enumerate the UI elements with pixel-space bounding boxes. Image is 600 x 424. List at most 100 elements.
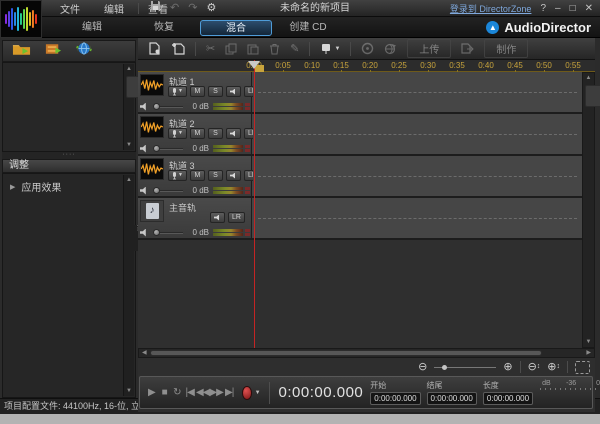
- import-media-folder-icon[interactable]: [12, 42, 31, 61]
- zoom-in-vertical-icon[interactable]: ⊕↕: [547, 361, 560, 373]
- minimize-button[interactable]: –: [555, 3, 561, 14]
- menu-file[interactable]: 文件: [48, 1, 92, 16]
- fit-timeline-button[interactable]: [575, 361, 590, 374]
- solo-button[interactable]: S: [208, 170, 223, 181]
- download-from-directorzone-icon[interactable]: [76, 41, 92, 61]
- end-field-value[interactable]: 0:00:00.000: [427, 392, 477, 405]
- length-field-value[interactable]: 0:00:00.000: [483, 392, 533, 405]
- speaker-icon[interactable]: [140, 103, 148, 111]
- record-arm-button[interactable]: ▼: [168, 128, 187, 139]
- upload-button[interactable]: 上传: [407, 39, 451, 58]
- zoom-out-horizontal-icon[interactable]: ⊖: [418, 361, 427, 373]
- speaker-icon[interactable]: [140, 187, 148, 195]
- produce-disc-icon[interactable]: [361, 42, 374, 55]
- directorzone-login-link[interactable]: 登录到 DirectorZone: [450, 2, 532, 15]
- scroll-up-icon[interactable]: ▲: [583, 75, 594, 81]
- record-button[interactable]: [242, 386, 252, 400]
- solo-button[interactable]: S: [208, 86, 223, 97]
- scroll-down-icon[interactable]: ▼: [124, 388, 134, 394]
- paste-button[interactable]: [247, 43, 259, 55]
- scrollbar-thumb[interactable]: [150, 350, 542, 356]
- volume-knob[interactable]: [153, 103, 160, 110]
- record-arm-button[interactable]: ▼: [168, 170, 187, 181]
- track-pan-button[interactable]: LR: [228, 212, 245, 223]
- tab-mix[interactable]: 混合: [200, 20, 272, 36]
- scroll-down-icon[interactable]: ▼: [583, 339, 594, 345]
- mute-button[interactable]: M: [190, 86, 205, 97]
- fast-forward-button[interactable]: ▶▶: [209, 387, 222, 398]
- track-lane[interactable]: [253, 156, 582, 196]
- go-to-start-button[interactable]: |◀: [183, 387, 196, 398]
- start-field-value[interactable]: 0:00:00.000: [370, 392, 420, 405]
- cut-button[interactable]: ✂: [206, 42, 215, 55]
- speaker-icon[interactable]: [140, 229, 148, 237]
- track-volume-button[interactable]: [226, 128, 241, 139]
- mute-button[interactable]: M: [190, 170, 205, 181]
- zoom-slider[interactable]: [434, 367, 496, 368]
- import-audio-button[interactable]: [171, 42, 185, 55]
- import-from-library-icon[interactable]: [44, 42, 63, 61]
- track-lane[interactable]: [253, 114, 582, 154]
- mute-button[interactable]: M: [190, 128, 205, 139]
- effects-scrollbar[interactable]: ▲ ▼: [123, 175, 134, 396]
- apply-effects-item[interactable]: ▶ 应用效果: [3, 174, 135, 194]
- pen-tool-button[interactable]: ✎: [290, 42, 299, 55]
- zoom-slider-knob[interactable]: [442, 365, 447, 370]
- track-volume-button[interactable]: [210, 212, 225, 223]
- tab-edit[interactable]: 编辑: [56, 20, 128, 36]
- speaker-icon[interactable]: [140, 145, 148, 153]
- undo-icon[interactable]: ↶: [170, 0, 179, 17]
- volume-knob[interactable]: [153, 187, 160, 194]
- playhead-line[interactable]: [254, 60, 255, 348]
- add-marker-button[interactable]: ▼: [320, 43, 340, 55]
- loop-button[interactable]: ↻: [171, 387, 184, 398]
- playhead-marker[interactable]: [248, 61, 260, 75]
- redo-icon[interactable]: ↷: [188, 0, 197, 17]
- volume-slider[interactable]: [153, 232, 183, 234]
- zoom-in-horizontal-icon[interactable]: ⊕: [503, 361, 512, 373]
- timeline-vertical-scrollbar[interactable]: ▲ ▼: [582, 72, 595, 348]
- volume-slider[interactable]: [153, 190, 183, 192]
- timeline-horizontal-scrollbar[interactable]: ◀ ▶: [138, 348, 595, 358]
- help-button[interactable]: ?: [540, 3, 546, 14]
- close-button[interactable]: ✕: [585, 3, 593, 14]
- scroll-up-icon[interactable]: ▲: [124, 177, 134, 183]
- copy-button[interactable]: [225, 43, 237, 55]
- rewind-button[interactable]: ◀◀: [196, 387, 209, 398]
- scrollbar-thumb[interactable]: [585, 85, 600, 107]
- scroll-right-icon[interactable]: ▶: [586, 349, 591, 358]
- volume-knob[interactable]: [153, 145, 160, 152]
- tab-create-cd[interactable]: 创建 CD: [272, 20, 344, 36]
- record-dropdown-icon[interactable]: ▼: [255, 390, 261, 396]
- library-scrollbar[interactable]: ▲ ▼: [123, 64, 134, 150]
- new-project-button[interactable]: [149, 42, 161, 55]
- panel-splitter[interactable]: ····: [2, 152, 136, 159]
- export-file-icon[interactable]: [461, 42, 474, 55]
- delete-button[interactable]: [269, 43, 280, 55]
- expand-icon[interactable]: ▶: [10, 183, 15, 191]
- scroll-up-icon[interactable]: ▲: [124, 66, 134, 72]
- track-volume-button[interactable]: [226, 86, 241, 97]
- volume-slider[interactable]: [153, 148, 183, 150]
- track-volume-button[interactable]: [226, 170, 241, 181]
- track-lane[interactable]: [253, 72, 582, 112]
- scroll-left-icon[interactable]: ◀: [142, 349, 147, 358]
- solo-button[interactable]: S: [208, 128, 223, 139]
- zoom-out-vertical-icon[interactable]: ⊖↕: [528, 361, 541, 373]
- scroll-down-icon[interactable]: ▼: [124, 142, 134, 148]
- save-icon[interactable]: [150, 0, 161, 17]
- media-library-list[interactable]: ▲ ▼: [2, 62, 136, 152]
- tab-restore[interactable]: 恢复: [128, 20, 200, 36]
- produce-button[interactable]: 制作: [484, 39, 528, 58]
- menu-edit[interactable]: 编辑: [92, 1, 136, 16]
- record-arm-button[interactable]: ▼: [168, 86, 187, 97]
- volume-slider[interactable]: [153, 106, 183, 108]
- track-lane[interactable]: [253, 198, 582, 238]
- play-button[interactable]: ▶: [145, 387, 158, 398]
- stop-button[interactable]: ■: [158, 387, 171, 398]
- maximize-button[interactable]: □: [570, 3, 576, 14]
- go-to-end-button[interactable]: ▶|: [223, 387, 236, 398]
- volume-knob[interactable]: [153, 229, 160, 236]
- share-online-icon[interactable]: [384, 42, 397, 55]
- timeline-ruler[interactable]: 0:000:050:100:150:200:250:300:350:400:45…: [138, 60, 595, 72]
